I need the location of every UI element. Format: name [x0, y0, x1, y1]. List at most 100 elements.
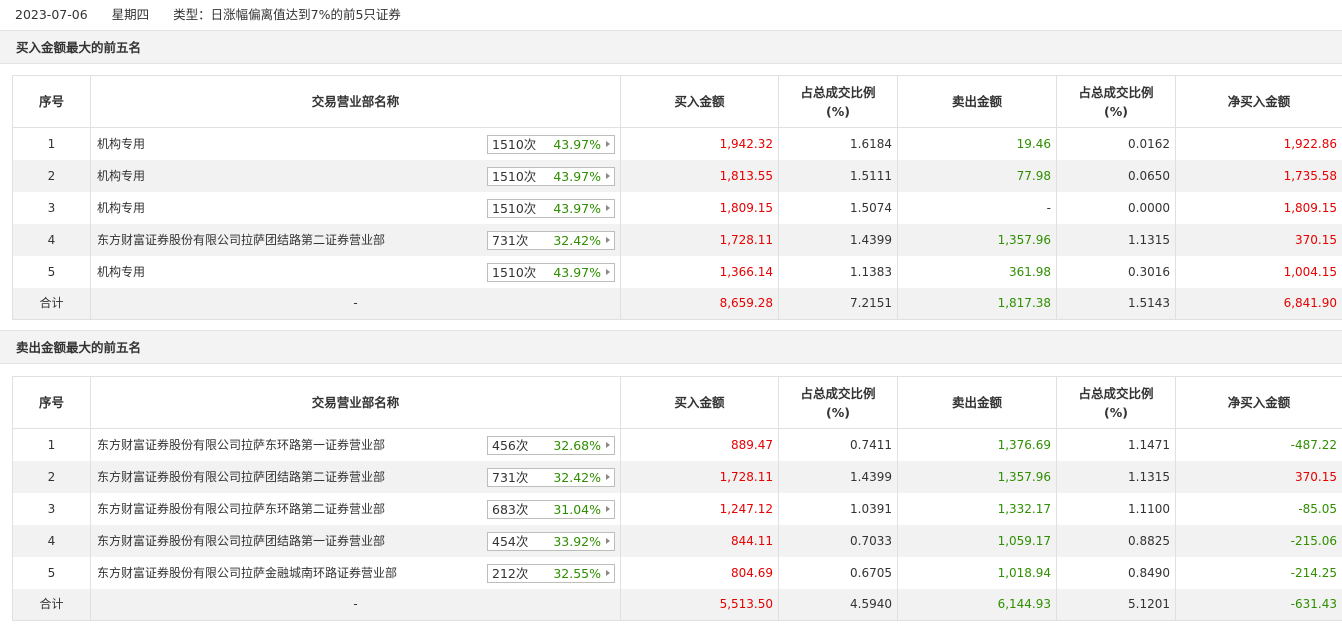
branch-stats-badge[interactable]: 456次 32.68%	[487, 436, 615, 455]
table-row: 1 机构专用 1510次 43.97% 1,942.32 1.6184 19.46 …	[12, 127, 1342, 160]
buy-amount: 1,809.15	[620, 192, 779, 224]
branch-name[interactable]: 东方财富证券股份有限公司拉萨团结路第一证券营业部	[97, 534, 385, 548]
buy-ratio: 1.4399	[778, 224, 898, 256]
net-buy-amount: -85.05	[1175, 493, 1342, 525]
sell-amount: 1,059.17	[897, 525, 1057, 557]
branch-name[interactable]: 机构专用	[97, 137, 145, 151]
col-header-sell-ratio: 占总成交比例 (%)	[1056, 376, 1176, 429]
sell-ratio: 0.0000	[1056, 192, 1176, 224]
table-row: 3 机构专用 1510次 43.97% 1,809.15 1.5074 - 0.00…	[12, 192, 1342, 224]
total-sell-amount: 1,817.38	[897, 288, 1057, 320]
caret-right-icon	[606, 474, 610, 480]
total-label: 合计	[12, 288, 91, 320]
sell-top5-table: 序号 交易营业部名称 买入金额 占总成交比例 (%) 卖出金额 占总成交比例 (%)…	[12, 376, 1342, 621]
listing-count: 731次	[492, 470, 529, 485]
caret-right-icon	[606, 173, 610, 179]
col-header-sell-ratio-line2: (%)	[1104, 103, 1128, 119]
listing-count: 683次	[492, 502, 529, 517]
sell-ratio: 0.0650	[1056, 160, 1176, 192]
caret-right-icon	[606, 141, 610, 147]
branch-stats-badge[interactable]: 212次 32.55%	[487, 564, 615, 583]
buy-section-title: 买入金额最大的前五名	[16, 40, 142, 55]
col-header-sell-ratio-line2: (%)	[1104, 404, 1128, 420]
branch-name-cell: 东方财富证券股份有限公司拉萨东环路第一证券营业部 456次 32.68%	[90, 428, 621, 461]
sell-ratio: 0.0162	[1056, 127, 1176, 160]
branch-name-cell: 东方财富证券股份有限公司拉萨团结路第一证券营业部 454次 33.92%	[90, 525, 621, 557]
total-sell-ratio: 1.5143	[1056, 288, 1176, 320]
row-index: 4	[12, 224, 91, 256]
net-buy-amount: -487.22	[1175, 428, 1342, 461]
net-buy-amount: 370.15	[1175, 224, 1342, 256]
net-buy-amount: -215.06	[1175, 525, 1342, 557]
branch-stats-badge[interactable]: 454次 33.92%	[487, 532, 615, 551]
branch-stats-badge[interactable]: 1510次 43.97%	[487, 167, 615, 186]
total-buy-ratio: 4.5940	[778, 589, 898, 621]
buy-ratio: 1.0391	[778, 493, 898, 525]
sell-amount: 19.46	[897, 127, 1057, 160]
sell-section-title-bar: 卖出金额最大的前五名	[0, 330, 1342, 364]
table-row: 5 东方财富证券股份有限公司拉萨金融城南环路证券营业部 212次 32.55% 80…	[12, 557, 1342, 589]
col-header-branch-name: 交易营业部名称	[90, 75, 621, 128]
branch-stats-badge[interactable]: 1510次 43.97%	[487, 199, 615, 218]
branch-name[interactable]: 东方财富证券股份有限公司拉萨东环路第二证券营业部	[97, 502, 385, 516]
branch-name[interactable]: 东方财富证券股份有限公司拉萨团结路第二证券营业部	[97, 470, 385, 484]
total-sell-ratio: 5.1201	[1056, 589, 1176, 621]
branch-name[interactable]: 东方财富证券股份有限公司拉萨东环路第一证券营业部	[97, 438, 385, 452]
branch-name-cell: 机构专用 1510次 43.97%	[90, 127, 621, 160]
buy-amount: 804.69	[620, 557, 779, 589]
table-row: 4 东方财富证券股份有限公司拉萨团结路第二证券营业部 731次 32.42% 1,7…	[12, 224, 1342, 256]
total-row: 合计 - 5,513.50 4.5940 6,144.93 5.1201 -63…	[12, 589, 1342, 621]
buy-ratio: 0.7033	[778, 525, 898, 557]
row-index: 2	[12, 461, 91, 493]
caret-right-icon	[606, 269, 610, 275]
trade-date: 2023-07-06	[15, 7, 88, 22]
branch-stats-badge[interactable]: 731次 32.42%	[487, 231, 615, 250]
branch-stats-badge[interactable]: 1510次 43.97%	[487, 135, 615, 154]
row-index: 3	[12, 493, 91, 525]
win-rate: 32.55%	[553, 566, 601, 581]
col-header-sell-ratio: 占总成交比例 (%)	[1056, 75, 1176, 128]
buy-amount: 1,813.55	[620, 160, 779, 192]
branch-name[interactable]: 机构专用	[97, 169, 145, 183]
caret-right-icon	[606, 237, 610, 243]
branch-stats-badge[interactable]: 731次 32.42%	[487, 468, 615, 487]
row-index: 4	[12, 525, 91, 557]
buy-amount: 1,247.12	[620, 493, 779, 525]
branch-name[interactable]: 东方财富证券股份有限公司拉萨团结路第二证券营业部	[97, 233, 385, 247]
sell-ratio: 1.1100	[1056, 493, 1176, 525]
table-row: 3 东方财富证券股份有限公司拉萨东环路第二证券营业部 683次 31.04% 1,2…	[12, 493, 1342, 525]
header-bar: 2023-07-06 星期四 类型：日涨幅偏离值达到7%的前5只证券	[0, 0, 1342, 30]
branch-stats-badge[interactable]: 683次 31.04%	[487, 500, 615, 519]
table-header-row: 序号 交易营业部名称 买入金额 占总成交比例 (%) 卖出金额 占总成交比例 (%)…	[12, 75, 1342, 128]
win-rate: 43.97%	[553, 265, 601, 280]
net-buy-amount: 1,809.15	[1175, 192, 1342, 224]
col-header-buy-ratio: 占总成交比例 (%)	[778, 376, 898, 429]
win-rate: 32.68%	[553, 438, 601, 453]
branch-stats-badge[interactable]: 1510次 43.97%	[487, 263, 615, 282]
col-header-buy-ratio-line2: (%)	[826, 103, 850, 119]
weekday: 星期四	[111, 7, 150, 22]
total-sell-amount: 6,144.93	[897, 589, 1057, 621]
listing-count: 1510次	[492, 169, 537, 184]
branch-name[interactable]: 机构专用	[97, 265, 145, 279]
sell-ratio: 0.8490	[1056, 557, 1176, 589]
total-name-placeholder: -	[90, 288, 621, 320]
buy-amount: 889.47	[620, 428, 779, 461]
col-header-buy-ratio-line1: 占总成交比例	[800, 84, 876, 100]
buy-ratio: 1.5111	[778, 160, 898, 192]
row-index: 3	[12, 192, 91, 224]
branch-name[interactable]: 东方财富证券股份有限公司拉萨金融城南环路证券营业部	[97, 566, 397, 580]
list-type: 类型：日涨幅偏离值达到7%的前5只证券	[173, 7, 401, 22]
branch-name[interactable]: 机构专用	[97, 201, 145, 215]
net-buy-amount: 370.15	[1175, 461, 1342, 493]
buy-amount: 1,728.11	[620, 224, 779, 256]
caret-right-icon	[606, 442, 610, 448]
total-buy-ratio: 7.2151	[778, 288, 898, 320]
buy-amount: 1,728.11	[620, 461, 779, 493]
branch-name-cell: 东方财富证券股份有限公司拉萨东环路第二证券营业部 683次 31.04%	[90, 493, 621, 525]
total-net-buy: -631.43	[1175, 589, 1342, 621]
buy-amount: 844.11	[620, 525, 779, 557]
col-header-buy-ratio: 占总成交比例 (%)	[778, 75, 898, 128]
col-header-buy-ratio-line2: (%)	[826, 404, 850, 420]
caret-right-icon	[606, 570, 610, 576]
